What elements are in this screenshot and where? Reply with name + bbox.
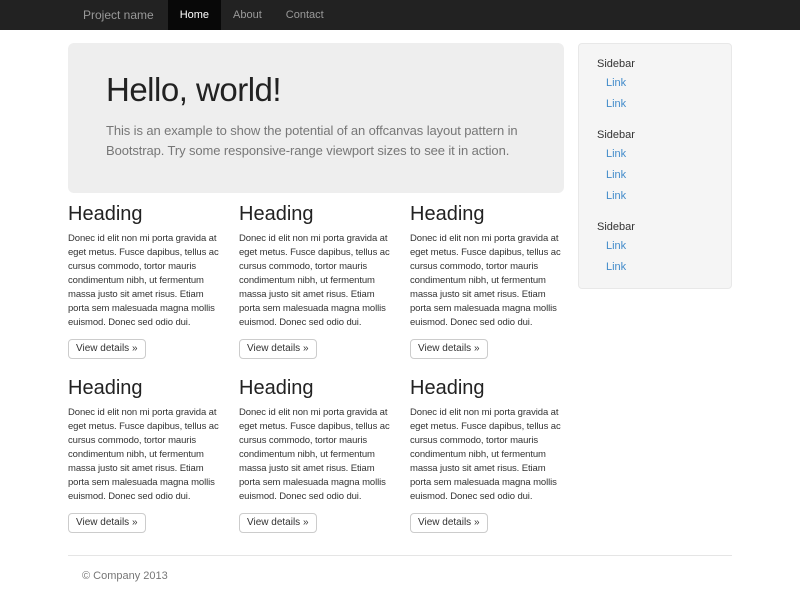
card-text: Donec id elit non mi porta gravida at eg… [239,232,393,330]
sidebar-link[interactable]: Link [587,144,723,165]
feature-card: Heading Donec id elit non mi porta gravi… [239,367,393,541]
card-text: Donec id elit non mi porta gravida at eg… [410,406,564,504]
footer: © Company 2013 [68,555,732,582]
feature-card: Heading Donec id elit non mi porta gravi… [410,367,564,541]
cards-row-2: Heading Donec id elit non mi porta gravi… [68,367,564,541]
view-details-button[interactable]: View details » [410,513,488,533]
card-heading: Heading [68,377,222,400]
main-column: Hello, world! This is an example to show… [68,30,564,541]
navbar-brand[interactable]: Project name [68,0,168,30]
view-details-button[interactable]: View details » [239,339,317,359]
card-heading: Heading [68,203,222,226]
view-details-button[interactable]: View details » [68,339,146,359]
feature-card: Heading Donec id elit non mi porta gravi… [239,193,393,367]
sidebar-column: Sidebar Link Link Sidebar Link Link Link… [578,30,732,541]
sidebar-link[interactable]: Link [587,236,723,257]
card-heading: Heading [239,203,393,226]
sidebar-link[interactable]: Link [587,94,723,115]
cards-row-1: Heading Donec id elit non mi porta gravi… [68,193,564,367]
card-text: Donec id elit non mi porta gravida at eg… [68,232,222,330]
card-heading: Heading [410,203,564,226]
sidebar-link[interactable]: Link [587,73,723,94]
sidebar-group-header: Sidebar [587,219,723,236]
card-text: Donec id elit non mi porta gravida at eg… [410,232,564,330]
jumbotron: Hello, world! This is an example to show… [68,43,564,193]
view-details-button[interactable]: View details » [68,513,146,533]
sidebar-well: Sidebar Link Link Sidebar Link Link Link… [578,43,732,289]
feature-card: Heading Donec id elit non mi porta gravi… [68,367,222,541]
page-container: Hello, world! This is an example to show… [68,30,732,582]
copyright-text: © Company 2013 [68,570,732,582]
feature-card: Heading Donec id elit non mi porta gravi… [68,193,222,367]
sidebar-link[interactable]: Link [587,257,723,278]
page-title: Hello, world! [106,71,526,109]
nav-item-home[interactable]: Home [168,0,221,30]
view-details-button[interactable]: View details » [410,339,488,359]
sidebar-group-2: Sidebar Link Link Link [587,127,723,207]
sidebar-link[interactable]: Link [587,165,723,186]
navbar-nav: Home About Contact [168,0,336,30]
nav-item-about[interactable]: About [221,0,274,30]
card-heading: Heading [410,377,564,400]
sidebar-group-3: Sidebar Link Link [587,219,723,278]
feature-card: Heading Donec id elit non mi porta gravi… [410,193,564,367]
navbar: Project name Home About Contact [0,0,800,30]
card-text: Donec id elit non mi porta gravida at eg… [239,406,393,504]
card-text: Donec id elit non mi porta gravida at eg… [68,406,222,504]
sidebar-group-header: Sidebar [587,56,723,73]
footer-divider [68,555,732,556]
nav-item-contact[interactable]: Contact [274,0,336,30]
view-details-button[interactable]: View details » [239,513,317,533]
sidebar-group-header: Sidebar [587,127,723,144]
navbar-inner: Project name Home About Contact [68,0,732,30]
sidebar-link[interactable]: Link [587,186,723,207]
card-heading: Heading [239,377,393,400]
content-row: Hello, world! This is an example to show… [68,30,732,541]
sidebar-group-1: Sidebar Link Link [587,56,723,115]
jumbotron-text: This is an example to show the potential… [106,121,526,161]
